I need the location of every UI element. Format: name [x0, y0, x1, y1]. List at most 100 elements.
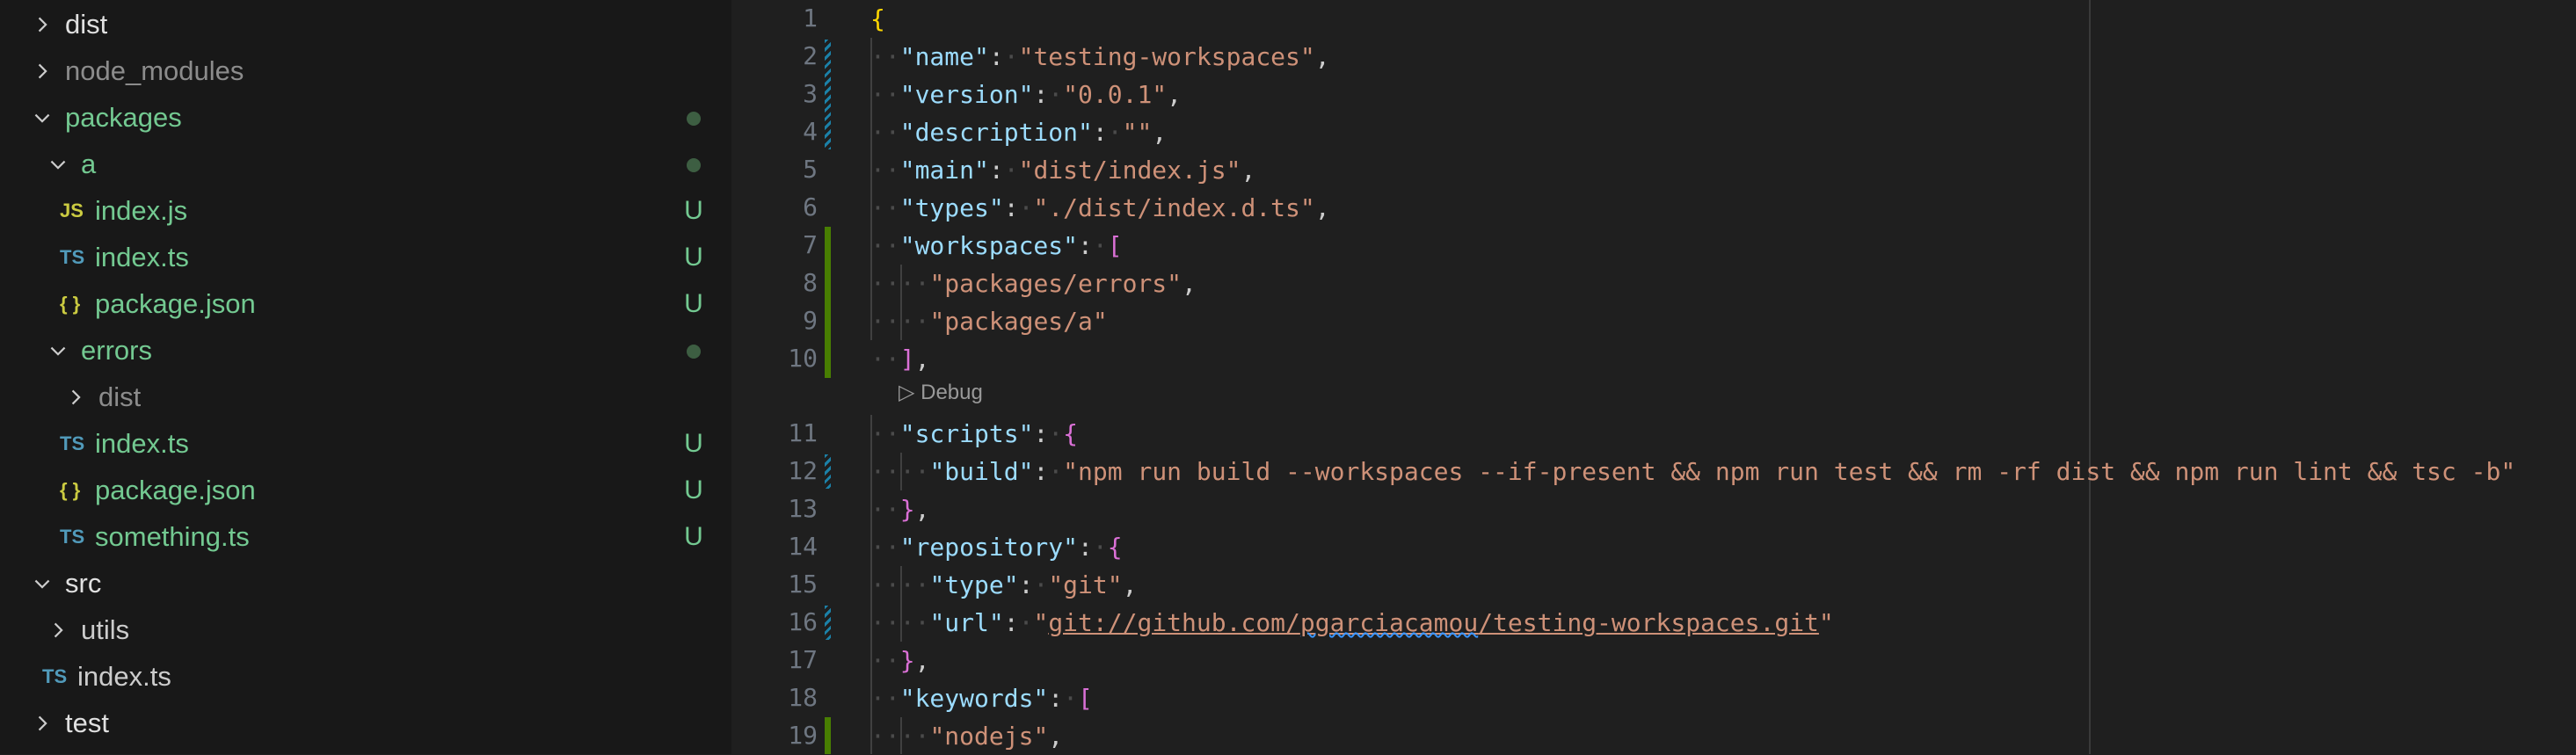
explorer-file[interactable]: { } package.json U — [0, 280, 731, 327]
indent-guide — [900, 717, 902, 754]
indent-guide — [900, 265, 902, 340]
chevron-right-icon[interactable] — [46, 618, 70, 642]
line-number: 7 — [803, 230, 818, 259]
explorer-item-label: test — [65, 707, 109, 738]
explorer-file[interactable]: TS something.ts U — [0, 513, 731, 560]
code-line[interactable]: ····"url":·"git://github.com/pgarciacamo… — [870, 604, 1834, 642]
explorer-sidebar: dist node_modules packages a JS index.js U TS in… — [0, 0, 731, 754]
json-file-icon: { } — [60, 478, 81, 501]
explorer-item-label: something.ts — [95, 520, 250, 552]
git-untracked-badge: U — [684, 242, 703, 272]
chevron-down-icon[interactable] — [30, 571, 55, 596]
explorer-folder[interactable]: test — [0, 700, 731, 746]
line-number: 1 — [803, 4, 818, 33]
git-modified-gutter-marker[interactable] — [825, 40, 831, 149]
code-line[interactable]: ··], — [870, 340, 929, 378]
line-number: 11 — [788, 418, 818, 447]
indent-guide — [900, 566, 902, 642]
line-number: 6 — [803, 192, 818, 221]
javascript-file-icon: JS — [60, 199, 84, 221]
chevron-down-icon[interactable] — [46, 338, 70, 363]
code-line[interactable]: ··"name":·"testing-workspaces", — [870, 38, 1330, 76]
editor-ruler — [2089, 0, 2091, 754]
line-number: 13 — [788, 494, 818, 523]
git-modified-gutter-marker[interactable] — [825, 454, 831, 489]
typescript-file-icon: TS — [42, 664, 68, 687]
git-untracked-badge: U — [684, 475, 703, 505]
line-number: 3 — [803, 79, 818, 108]
chevron-right-icon[interactable] — [30, 59, 55, 83]
code-line[interactable]: ····"nodejs", — [870, 717, 1063, 755]
git-added-gutter-marker[interactable] — [825, 717, 831, 754]
code-line[interactable]: ··"version":·"0.0.1", — [870, 76, 1182, 113]
indent-guide — [870, 38, 872, 340]
git-untracked-badge: U — [684, 428, 703, 458]
chevron-down-icon[interactable] — [46, 152, 70, 177]
explorer-file[interactable]: TS index.ts — [0, 653, 731, 700]
line-number: 10 — [788, 344, 818, 373]
explorer-folder[interactable]: errors — [0, 327, 731, 374]
code-line[interactable]: { — [870, 0, 885, 38]
chevron-right-icon[interactable] — [63, 385, 88, 410]
line-number: 14 — [788, 532, 818, 561]
editor-pane[interactable]: ▷ Debug 1 {2 ··"name":·"testing-workspaces… — [731, 0, 2576, 754]
code-line[interactable]: ··"keywords":·[ — [870, 679, 1093, 717]
explorer-file[interactable]: { } package.json U — [0, 467, 731, 513]
chevron-right-icon[interactable] — [30, 12, 55, 37]
code-line[interactable]: ··"main":·"dist/index.js", — [870, 151, 1255, 189]
code-line[interactable]: ··}, — [870, 642, 929, 679]
git-changes-dot-icon — [680, 103, 707, 133]
explorer-item-label: errors — [81, 334, 152, 366]
indent-guide — [870, 415, 872, 754]
git-untracked-badge: U — [684, 521, 703, 551]
explorer-file[interactable]: TS index.ts U — [0, 234, 731, 280]
explorer-item-label: dist — [65, 8, 108, 40]
explorer-folder[interactable]: packages — [0, 94, 731, 141]
codelens-debug[interactable]: ▷ Debug — [899, 380, 983, 405]
explorer-item-label: node_modules — [65, 54, 244, 86]
code-line[interactable]: ····"packages/a" — [870, 302, 1108, 340]
git-modified-gutter-marker[interactable] — [825, 606, 831, 640]
typescript-file-icon: TS — [60, 432, 85, 454]
code-line[interactable]: ··}, — [870, 490, 929, 528]
chevron-down-icon[interactable] — [30, 105, 55, 130]
line-number: 15 — [788, 570, 818, 599]
explorer-item-label: index.js — [95, 194, 188, 226]
explorer-item-label: package.json — [95, 287, 256, 319]
git-added-gutter-marker[interactable] — [825, 227, 831, 378]
explorer-item-label: src — [65, 567, 102, 599]
git-changes-dot-icon — [680, 336, 707, 366]
git-untracked-badge: U — [684, 195, 703, 225]
typescript-file-icon: TS — [60, 245, 85, 268]
code-line[interactable]: ··"description":·"", — [870, 113, 1167, 151]
explorer-folder[interactable]: node_modules — [0, 47, 731, 94]
line-number: 12 — [788, 456, 818, 485]
explorer-item-label: index.ts — [77, 660, 171, 692]
git-changes-dot-icon — [680, 149, 707, 179]
git-untracked-badge: U — [684, 288, 703, 318]
vscode-window: dist node_modules packages a JS index.js U TS in… — [0, 0, 2576, 754]
code-line[interactable]: ····"type":·"git", — [870, 566, 1137, 604]
explorer-file[interactable]: JS index.js U — [0, 187, 731, 234]
code-line[interactable]: ····"packages/errors", — [870, 265, 1197, 302]
code-line[interactable]: ··"scripts":·{ — [870, 415, 1078, 453]
code-line[interactable]: ··"repository":·{ — [870, 528, 1123, 566]
explorer-item-label: a — [81, 148, 97, 179]
explorer-item-label: index.ts — [95, 427, 189, 459]
explorer-folder[interactable]: a — [0, 141, 731, 187]
typescript-file-icon: TS — [60, 525, 85, 548]
explorer-folder[interactable]: dist — [0, 374, 731, 420]
line-number: 17 — [788, 645, 818, 674]
explorer-folder[interactable]: dist — [0, 1, 731, 47]
line-number: 19 — [788, 721, 818, 750]
explorer-folder[interactable]: src — [0, 560, 731, 606]
explorer-file[interactable]: TS index.ts U — [0, 420, 731, 467]
explorer-item-label: package.json — [95, 474, 256, 505]
code-line[interactable]: ····"build":·"npm run build --workspaces… — [870, 453, 2515, 490]
line-number: 8 — [803, 268, 818, 297]
chevron-right-icon[interactable] — [30, 711, 55, 736]
explorer-item-label: utils — [81, 613, 130, 645]
code-line[interactable]: ··"types":·"./dist/index.d.ts", — [870, 189, 1330, 227]
code-line[interactable]: ··"workspaces":·[ — [870, 227, 1123, 265]
explorer-folder[interactable]: utils — [0, 606, 731, 653]
